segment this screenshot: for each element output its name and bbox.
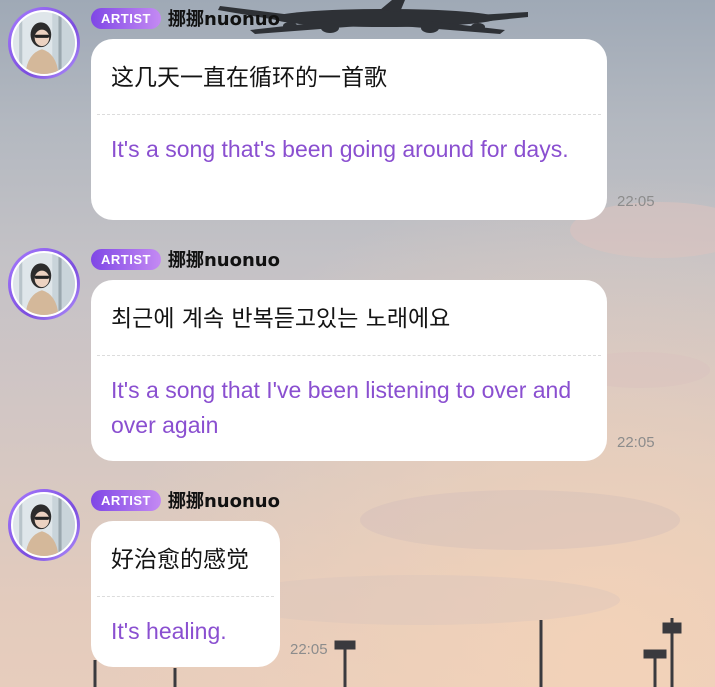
original-text: 这几天一直在循环的一首歌 xyxy=(111,65,387,91)
message-bubble[interactable]: 好治愈的感觉 It's healing. xyxy=(91,521,280,667)
username[interactable]: 挪挪nuonuo xyxy=(168,5,280,31)
translated-text: It's a song that I've been listening to … xyxy=(111,377,572,438)
message-bubble[interactable]: 최근에 계속 반복듣고있는 노래에요 It's a song that I've… xyxy=(91,280,607,461)
username[interactable]: 挪挪nuonuo xyxy=(168,487,280,513)
timestamp: 22:05 xyxy=(617,434,655,451)
message-bubble[interactable]: 这几天一直在循环的一首歌 It's a song that's been goi… xyxy=(91,39,607,220)
artist-badge: ARTIST xyxy=(91,489,161,511)
username[interactable]: 挪挪nuonuo xyxy=(168,246,280,272)
artist-badge: ARTIST xyxy=(91,7,161,29)
original-text: 好治愈的感觉 xyxy=(111,547,249,573)
avatar[interactable] xyxy=(8,248,80,320)
avatar-photo xyxy=(11,251,77,317)
avatar-photo xyxy=(11,492,77,558)
translated-text: It's healing. xyxy=(111,618,227,644)
artist-badge: ARTIST xyxy=(91,248,161,270)
avatar[interactable] xyxy=(8,489,80,561)
timestamp: 22:05 xyxy=(617,193,655,210)
original-text: 최근에 계속 반복듣고있는 노래에요 xyxy=(111,306,451,332)
translated-text: It's a song that's been going around for… xyxy=(111,136,569,162)
timestamp: 22:05 xyxy=(290,641,328,658)
avatar[interactable] xyxy=(8,7,80,79)
avatar-photo xyxy=(11,10,77,76)
